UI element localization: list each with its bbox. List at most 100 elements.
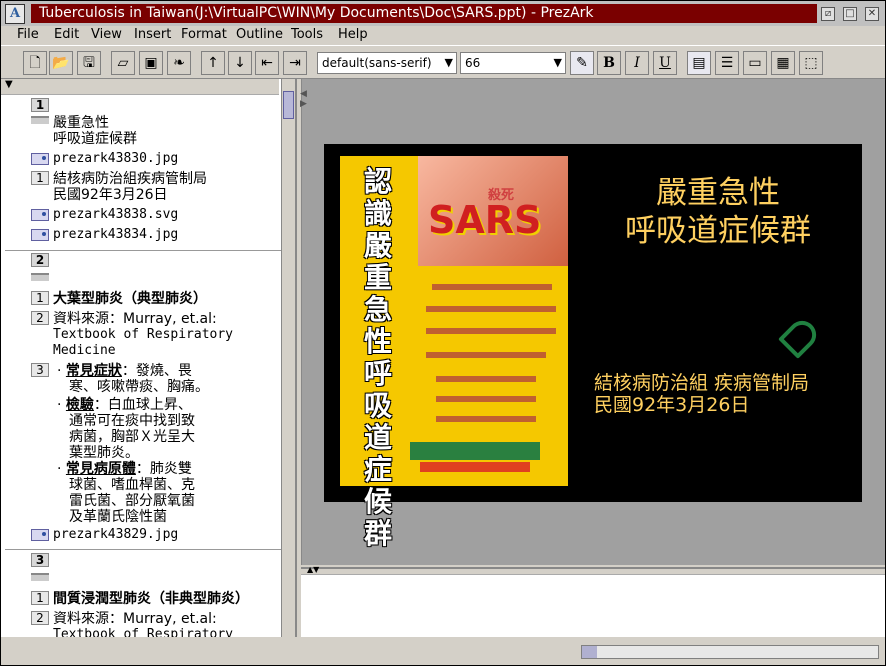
ribbon-icon (778, 315, 822, 359)
level-number[interactable]: 1 (31, 291, 49, 305)
title-placeholder-icon (31, 573, 49, 581)
slide-title[interactable]: 嚴重急性 呼吸道症候群 (574, 174, 862, 250)
outline-scrollbar[interactable] (281, 79, 295, 637)
new-document-icon[interactable]: 🗋 (23, 51, 47, 75)
presentation-icon[interactable]: ⬚ (799, 51, 823, 75)
slide-subtitle[interactable]: 結核病防治組 疾病管制局 民國92年3月26日 (594, 372, 809, 416)
chevron-down-icon: ▼ (444, 56, 453, 69)
outline-image[interactable]: prezark43829.jpg (53, 527, 178, 543)
close-icon[interactable]: ✕ (865, 7, 879, 21)
underline-button[interactable]: U (653, 51, 677, 75)
slide-canvas[interactable]: 認識嚴重急性呼吸道症候群 SARS 殺死 嚴重急性 呼吸道症候群 結核病防治組 … (324, 144, 862, 550)
minimize-icon[interactable]: ⧄ (821, 7, 835, 21)
font-size-select[interactable]: 66 ▼ (460, 52, 566, 74)
outline-image[interactable]: prezark43834.jpg (53, 227, 178, 243)
title-placeholder-icon (31, 116, 49, 124)
progress-fill (582, 646, 597, 658)
outline-text[interactable]: 資料來源：Murray, et.al: (53, 611, 217, 627)
splitter-arrow-icon[interactable]: ▲▼ (307, 565, 319, 574)
outline-pane[interactable]: ▼ 1 嚴重急性 呼吸道症候群 prezark43830.jpg 1 結核病防治… (1, 79, 297, 637)
indent-icon[interactable]: ⇥ (283, 51, 307, 75)
move-down-icon[interactable]: ↓ (228, 51, 252, 75)
font-family-select[interactable]: default(sans-serif) ▼ (317, 52, 457, 74)
bullet-text[interactable]: 球菌、嗜血桿菌、克 (69, 477, 195, 493)
outline-image[interactable]: prezark43838.svg (53, 207, 178, 223)
menu-bar: File Edit View Insert Format Outline Too… (1, 26, 885, 45)
menu-outline[interactable]: Outline (236, 27, 283, 42)
title-placeholder-icon (31, 273, 49, 281)
outline-heading[interactable]: 大葉型肺炎（典型肺炎） (53, 291, 207, 307)
slide-view-icon[interactable]: ▭ (743, 51, 767, 75)
bullet-text[interactable]: 及革蘭氏陰性菌 (69, 509, 167, 525)
outline-image[interactable]: prezark43830.jpg (53, 151, 178, 167)
bullet-text[interactable]: 病菌，胸部Ｘ光呈大 (69, 429, 195, 445)
slide-number[interactable]: 3 (31, 553, 49, 567)
level-number[interactable]: 3 (31, 363, 49, 377)
status-bar (1, 639, 885, 665)
splitter-arrow-icon[interactable]: ◀ ▶ (300, 89, 307, 109)
outline-text[interactable]: Textbook of Respiratory (53, 327, 233, 343)
poster-line (426, 306, 556, 312)
insert-leaf-icon[interactable]: ❧ (167, 51, 191, 75)
outline-header: ▼ (1, 79, 279, 95)
poster-line (426, 328, 556, 334)
slide-number[interactable]: 1 (31, 98, 49, 112)
insert-image-icon[interactable]: ▣ (139, 51, 163, 75)
outline-text[interactable]: Textbook of Respiratory (53, 627, 233, 637)
collapse-arrow-icon[interactable]: ▼ (5, 79, 13, 90)
sorter-view-icon[interactable]: ▦ (771, 51, 795, 75)
poster-line (432, 284, 552, 290)
outline-text[interactable]: 結核病防治組疾病管制局 (53, 171, 207, 187)
text-view-icon[interactable]: ☰ (715, 51, 739, 75)
level-number[interactable]: 1 (31, 171, 49, 185)
menu-insert[interactable]: Insert (134, 27, 171, 42)
scrollbar-thumb[interactable] (283, 91, 294, 119)
open-folder-icon[interactable]: 📂 (49, 51, 73, 75)
bullet-text[interactable]: 葉型肺炎。 (69, 445, 139, 461)
bold-button[interactable]: B (597, 51, 621, 75)
outline-view-icon[interactable]: ▤ (687, 51, 711, 75)
bullet-text[interactable]: 通常可在痰中找到致 (69, 413, 195, 429)
italic-button[interactable]: I (625, 51, 649, 75)
move-up-icon[interactable]: ↑ (201, 51, 225, 75)
outdent-icon[interactable]: ⇤ (255, 51, 279, 75)
poster-sars-logo: SARS (428, 198, 542, 242)
menu-tools[interactable]: Tools (291, 27, 323, 42)
notes-pane[interactable]: ▲▼ (301, 565, 885, 637)
toolbar: 🗋 📂 🖫 ▱ ▣ ❧ ↑ ↓ ⇤ ⇥ default(sans-serif) ▼… (1, 45, 885, 79)
sars-poster-image[interactable]: 認識嚴重急性呼吸道症候群 SARS 殺死 (340, 156, 568, 550)
app-logo-icon[interactable]: A (5, 4, 25, 24)
poster-line (436, 376, 536, 382)
menu-help[interactable]: Help (338, 27, 368, 42)
window-title: Tuberculosis in Taiwan(J:\VirtualPC\WIN\… (31, 4, 817, 23)
outline-text[interactable]: 民國92年3月26日 (53, 187, 168, 203)
outline-title[interactable]: 呼吸道症候群 (53, 131, 137, 147)
bullet-text[interactable]: 雷氏菌、部分厭氧菌 (69, 493, 195, 509)
chevron-down-icon: ▼ (553, 56, 562, 69)
title-bar[interactable]: A Tuberculosis in Taiwan(J:\VirtualPC\WI… (1, 1, 885, 26)
outline-text[interactable]: Medicine (53, 343, 116, 359)
poster-hotline-band (420, 462, 530, 472)
notes-splitter[interactable]: ▲▼ (301, 565, 885, 575)
maximize-icon[interactable]: □ (843, 7, 857, 21)
level-number[interactable]: 2 (31, 311, 49, 325)
image-icon (31, 229, 49, 241)
outline-title[interactable]: 嚴重急性 (53, 115, 109, 131)
outline-text[interactable]: 資料來源：Murray, et.al: (53, 311, 217, 327)
menu-edit[interactable]: Edit (54, 27, 79, 42)
menu-view[interactable]: View (91, 27, 122, 42)
level-number[interactable]: 1 (31, 591, 49, 605)
bullet-item[interactable]: · 常見症狀：發燒、畏 (57, 363, 192, 379)
bullet-text[interactable]: 寒、咳嗽帶痰、胸痛。 (69, 379, 209, 395)
insert-slide-icon[interactable]: ▱ (111, 51, 135, 75)
menu-file[interactable]: File (17, 27, 39, 42)
save-icon[interactable]: 🖫 (77, 51, 101, 75)
slide-number[interactable]: 2 (31, 253, 49, 267)
bullet-item[interactable]: · 檢驗：白血球上昇、 (57, 397, 192, 413)
format-painter-icon[interactable]: ✎ (570, 51, 594, 75)
bullet-item[interactable]: · 常見病原體：肺炎雙 (57, 461, 192, 477)
prezark-window: A Tuberculosis in Taiwan(J:\VirtualPC\WI… (0, 0, 886, 666)
menu-format[interactable]: Format (181, 27, 227, 42)
outline-heading[interactable]: 間質浸潤型肺炎（非典型肺炎） (53, 591, 249, 607)
level-number[interactable]: 2 (31, 611, 49, 625)
